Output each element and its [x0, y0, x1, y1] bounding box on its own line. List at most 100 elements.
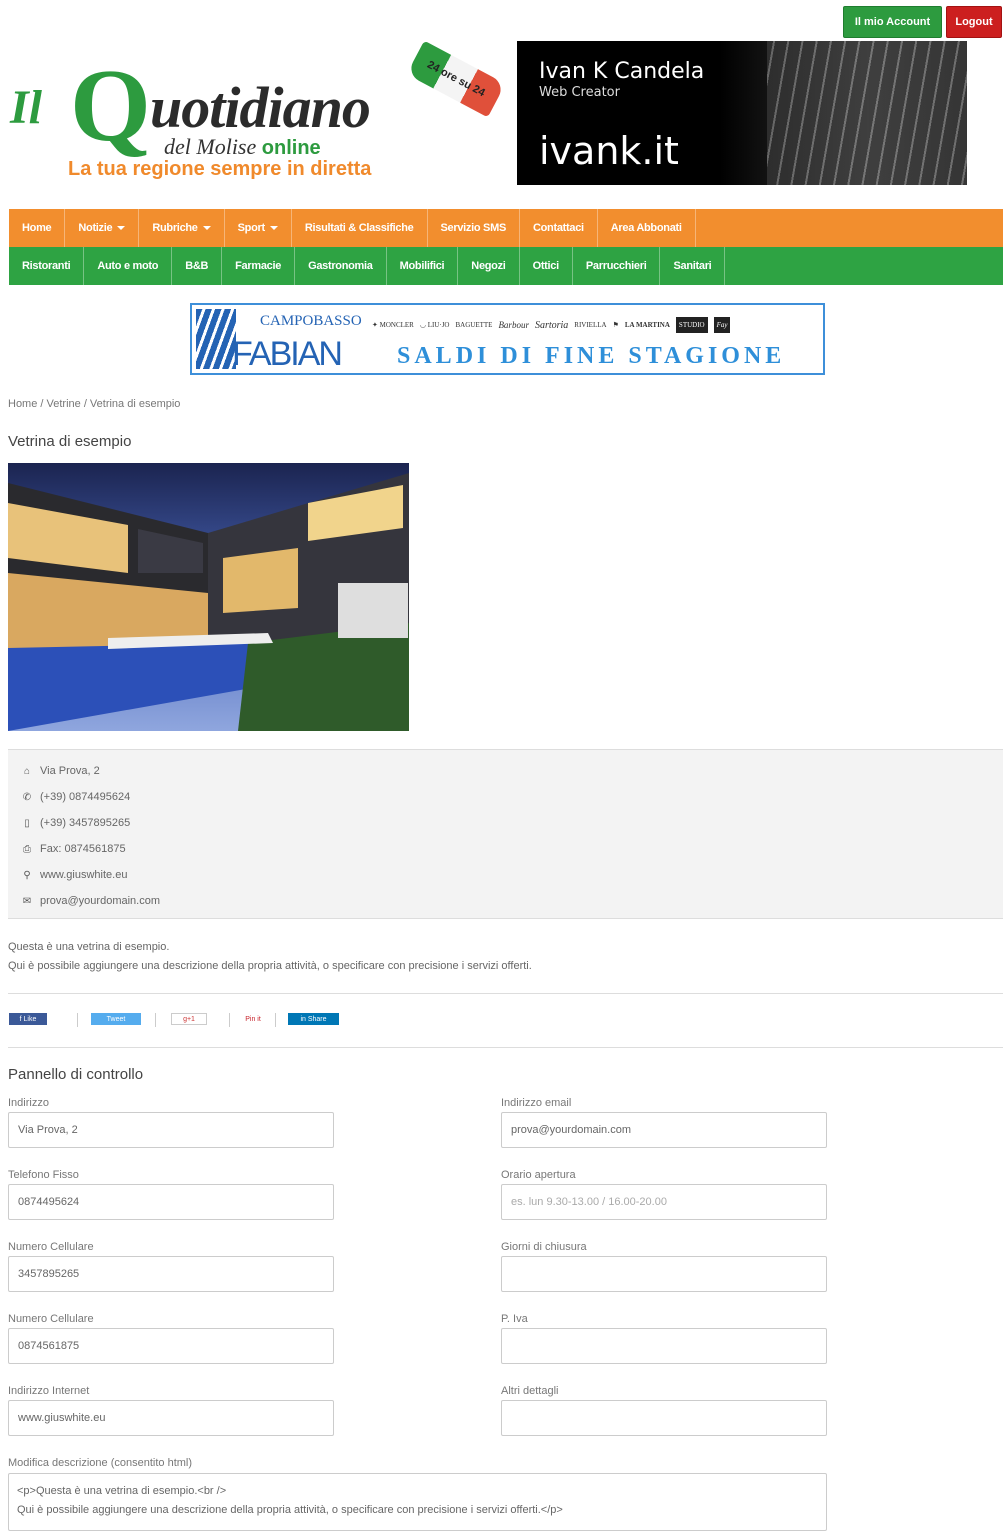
nav-item-servizio-sms[interactable]: Servizio SMS — [428, 209, 520, 247]
info-web[interactable]: ⚲ www.giuswhite.eu — [22, 869, 127, 881]
category-nav: Ristoranti Auto e moto B&B Farmacie Gastrono… — [9, 247, 1003, 285]
nav-item-label: Rubriche — [152, 222, 198, 234]
category-auto-e-moto[interactable]: Auto e moto — [84, 247, 173, 285]
closing-days-label: Giorni di chiusura — [501, 1241, 587, 1253]
ad-brand-logos: ✦ MONCLER ◡ LIU·JO BAGUETTE Barbour Sartor… — [372, 309, 817, 341]
nav-item-sport[interactable]: Sport — [225, 209, 292, 247]
opening-hours-label: Orario apertura — [501, 1169, 576, 1181]
logout-button[interactable]: Logout — [946, 6, 1002, 38]
google-plus-button[interactable]: g+1 — [171, 1013, 207, 1025]
category-sanitari[interactable]: Sanitari — [660, 247, 726, 285]
email-input[interactable]: prova@yourdomain.com — [501, 1112, 827, 1148]
divider — [275, 1013, 276, 1027]
divider — [77, 1013, 78, 1027]
banner-site: ivank.it — [539, 129, 679, 173]
page-title: Vetrina di esempio — [8, 433, 132, 450]
address-label: Indirizzo — [8, 1097, 49, 1109]
other-details-label: Altri dettagli — [501, 1385, 559, 1397]
caret-down-icon — [202, 226, 211, 230]
linkedin-share-button[interactable]: in Share — [288, 1013, 339, 1025]
breadcrumb[interactable]: Home / Vetrine / Vetrina di esempio — [8, 398, 180, 410]
logo-sub: del Molise online — [164, 134, 321, 159]
nav-item-notizie[interactable]: Notizie — [65, 209, 140, 247]
category-ristoranti[interactable]: Ristoranti — [9, 247, 85, 285]
ad-brand: FABIAN — [232, 335, 343, 373]
nav-item-label: Area Abbonati — [610, 222, 682, 234]
vat-input[interactable] — [501, 1328, 827, 1364]
divider — [155, 1013, 156, 1027]
category-mobilifici[interactable]: Mobilifici — [387, 247, 459, 285]
category-negozi[interactable]: Negozi — [458, 247, 520, 285]
nav-item-rubriche[interactable]: Rubriche — [139, 209, 225, 247]
description-textarea[interactable]: <p>Questa è una vetrina di esempio.<br /… — [8, 1473, 827, 1531]
mobile-input-2[interactable]: 0874561875 — [8, 1328, 334, 1364]
envelope-icon: ✉ — [22, 895, 32, 907]
email-label: Indirizzo email — [501, 1097, 572, 1109]
logo-ribbon: 24 ore su 24 — [406, 40, 506, 118]
info-phone: ✆ (+39) 0874495624 — [22, 791, 131, 803]
category-b-b[interactable]: B&B — [172, 247, 223, 285]
mobile-input[interactable]: 3457895265 — [8, 1256, 334, 1292]
nav-item-label: Sport — [237, 222, 266, 234]
closing-days-input[interactable] — [501, 1256, 827, 1292]
divider — [8, 1047, 1003, 1048]
fabian-logo-mark — [196, 309, 236, 369]
nav-item-label: Servizio SMS — [440, 222, 507, 234]
description-edit-label: Modifica descrizione (consentito html) — [8, 1457, 193, 1469]
category-farmacie[interactable]: Farmacie — [222, 247, 296, 285]
banner-role: Web Creator — [539, 85, 620, 100]
nav-item-risultati-classifiche[interactable]: Risultati & Classifiche — [292, 209, 428, 247]
banner-name: Ivan K Candela — [539, 59, 705, 84]
info-mobile: ▯ (+39) 3457895265 — [22, 817, 130, 829]
other-details-input[interactable] — [501, 1400, 827, 1436]
shop-description: Questa è una vetrina di esempio. Qui è p… — [8, 941, 532, 972]
caret-down-icon — [269, 226, 278, 230]
category-gastronomia[interactable]: Gastronomia — [295, 247, 387, 285]
logo-name: uotidiano — [150, 75, 371, 140]
header-banner-ad[interactable]: Ivan K Candela Web Creator ivank.it — [517, 41, 967, 185]
caret-down-icon — [117, 226, 126, 230]
keyboard-image — [767, 41, 967, 185]
info-fax: ⎙ Fax: 0874561875 — [23, 843, 126, 855]
logo-il: Il — [10, 81, 43, 134]
category-parrucchieri[interactable]: Parrucchieri — [573, 247, 661, 285]
website-input[interactable]: www.giuswhite.eu — [8, 1400, 334, 1436]
print-icon: ⎙ — [23, 843, 31, 855]
ad-headline: SALDI DI FINE STAGIONE — [397, 343, 786, 369]
logo-tagline: La tua regione sempre in diretta — [68, 158, 372, 180]
main-nav: Home Notizie Rubriche Sport Risultati & Clas… — [9, 209, 1003, 247]
fabian-ad-banner[interactable]: CAMPOBASSO FABIAN ✦ MONCLER ◡ LIU·JO BAGUE… — [190, 303, 825, 375]
nav-item-label: Home — [22, 222, 52, 234]
website-label: Indirizzo Internet — [8, 1385, 90, 1397]
mobile-label: Numero Cellulare — [8, 1241, 94, 1253]
facebook-like-button[interactable]: f Like — [9, 1013, 47, 1025]
nav-item-label: Contattaci — [532, 222, 584, 234]
divider — [229, 1013, 230, 1027]
nav-item-label: Risultati & Classifiche — [304, 222, 414, 234]
nav-item-area-abbonati[interactable]: Area Abbonati — [598, 209, 696, 247]
shop-photo — [8, 463, 409, 731]
my-account-button[interactable]: Il mio Account — [843, 6, 942, 38]
link-icon: ⚲ — [23, 869, 31, 881]
category-ottici[interactable]: Ottici — [520, 247, 573, 285]
phone-icon: ✆ — [22, 791, 32, 803]
tweet-button[interactable]: Tweet — [91, 1013, 141, 1025]
landline-input[interactable]: 0874495624 — [8, 1184, 334, 1220]
logo-q: Q — [70, 48, 151, 163]
mobile-icon: ▯ — [24, 817, 30, 829]
divider — [8, 993, 1003, 994]
ad-city: CAMPOBASSO — [260, 313, 362, 329]
site-logo[interactable]: 24 ore su 24 Il Q uotidiano del Molise o… — [10, 40, 506, 187]
opening-hours-input[interactable]: es. lun 9.30-13.00 / 16.00-20.00 — [501, 1184, 827, 1220]
contact-info-box: ⌂ Via Prova, 2 ✆ (+39) 0874495624 ▯ (+39) 3… — [8, 749, 1003, 919]
info-email[interactable]: ✉ prova@yourdomain.com — [22, 895, 160, 907]
info-address: ⌂ Via Prova, 2 — [23, 765, 100, 777]
nav-item-contattaci[interactable]: Contattaci — [520, 209, 598, 247]
pinterest-button[interactable]: Pin it — [243, 1013, 263, 1025]
nav-item-home[interactable]: Home — [9, 209, 66, 247]
control-panel-title: Pannello di controllo — [8, 1066, 144, 1083]
home-icon: ⌂ — [23, 765, 31, 777]
nav-item-label: Notizie — [78, 222, 113, 234]
mobile-label-2: Numero Cellulare — [8, 1313, 94, 1325]
address-input[interactable]: Via Prova, 2 — [8, 1112, 334, 1148]
